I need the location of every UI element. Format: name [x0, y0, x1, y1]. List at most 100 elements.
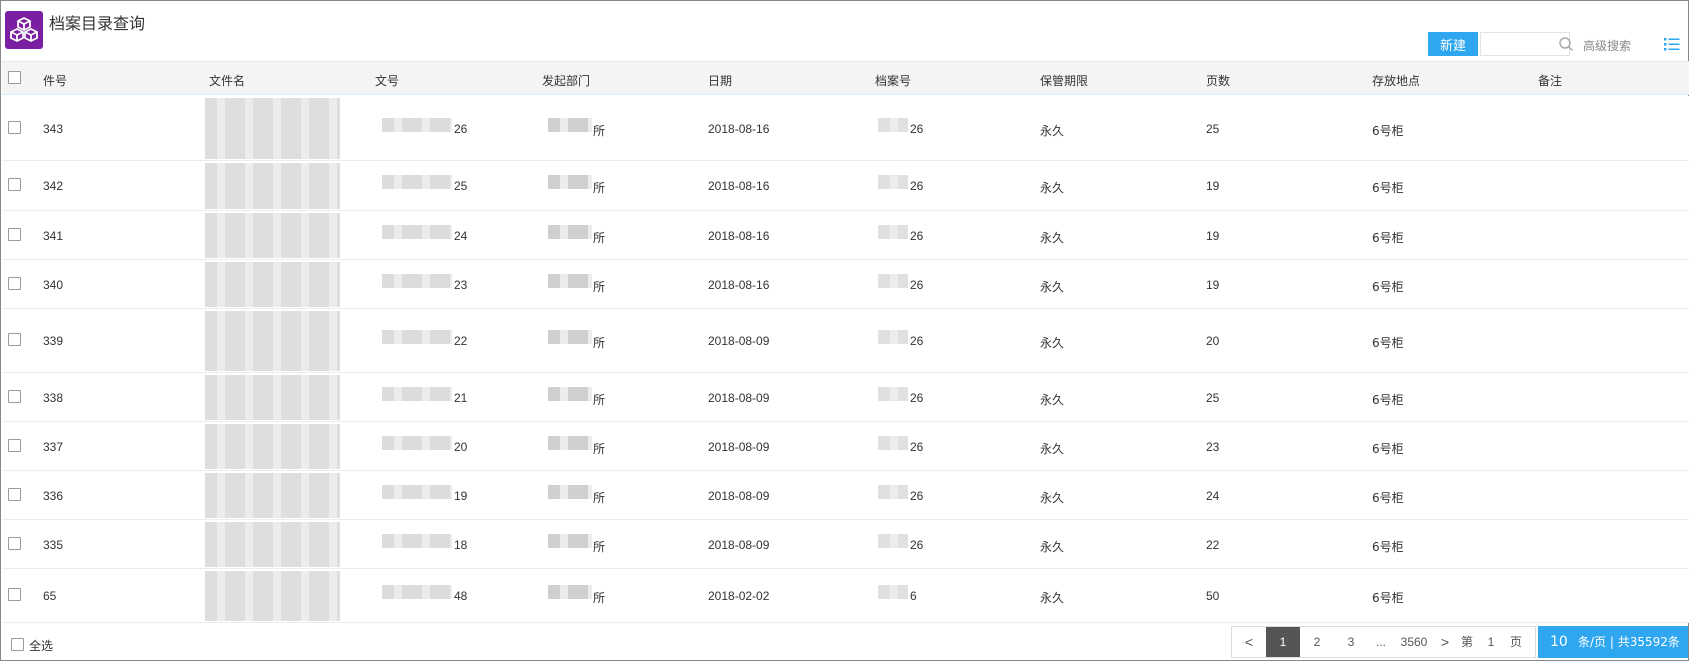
- cell-archive-suffix: 26: [910, 538, 924, 552]
- cell-archive-suffix: 26: [910, 489, 924, 503]
- redacted-department: [548, 387, 592, 401]
- redacted-archive-no: [878, 485, 908, 499]
- cell-location: 6号柜: [1372, 442, 1404, 456]
- table-row[interactable]: 337 20 所 2018-08-09 26 永久 23 6号柜: [2, 422, 1689, 471]
- cell-retention: 永久: [1040, 231, 1065, 245]
- redacted-filename: [205, 262, 340, 307]
- row-checkbox[interactable]: [8, 228, 21, 241]
- cell-date: 2018-08-09: [708, 440, 770, 454]
- cell-pages: 25: [1206, 122, 1220, 136]
- table-row[interactable]: 342 25 所 2018-08-16 26 永久 19 6号柜: [2, 161, 1689, 211]
- table-row[interactable]: 336 19 所 2018-08-09 26 永久 24 6号柜: [2, 471, 1689, 520]
- cell-wenhao-suffix: 18: [454, 538, 468, 552]
- page-title: 档案目录查询: [49, 14, 146, 33]
- row-checkbox[interactable]: [8, 439, 21, 452]
- select-all-label[interactable]: 全选: [29, 637, 53, 654]
- cell-date: 2018-08-16: [708, 229, 770, 243]
- prev-page-button[interactable]: <: [1232, 627, 1266, 657]
- row-checkbox[interactable]: [8, 488, 21, 501]
- redacted-archive-no: [878, 387, 908, 401]
- cell-department-suffix: 所: [593, 231, 606, 245]
- next-page-button[interactable]: >: [1434, 627, 1456, 657]
- redacted-department: [548, 485, 592, 499]
- cell-retention: 永久: [1040, 591, 1065, 605]
- cell-pages: 19: [1206, 179, 1220, 193]
- last-page-button[interactable]: 3560: [1394, 627, 1434, 657]
- table-row[interactable]: 338 21 所 2018-08-09 26 永久 25 6号柜: [2, 373, 1689, 422]
- column-header-retention[interactable]: 保管期限: [1040, 72, 1088, 89]
- cell-pages: 22: [1206, 538, 1220, 552]
- table-row[interactable]: 65 48 所 2018-02-02 6 永久 50 6号柜: [2, 569, 1689, 623]
- cell-location: 6号柜: [1372, 336, 1404, 350]
- pager-ellipsis: ...: [1375, 635, 1386, 649]
- cell-archive-suffix: 26: [910, 440, 924, 454]
- cell-wenhao-suffix: 21: [454, 391, 468, 405]
- redacted-filename: [205, 571, 340, 621]
- column-header-note[interactable]: 备注: [1538, 72, 1562, 89]
- row-checkbox[interactable]: [8, 390, 21, 403]
- redacted-department: [548, 175, 592, 189]
- cell-retention: 永久: [1040, 336, 1065, 350]
- page-3-button[interactable]: 3: [1334, 627, 1368, 657]
- new-button[interactable]: 新建: [1428, 32, 1478, 56]
- table-row[interactable]: 341 24 所 2018-08-16 26 永久 19 6号柜: [2, 211, 1689, 260]
- table-row[interactable]: 339 22 所 2018-08-09 26 永久 20 6号柜: [2, 309, 1689, 373]
- row-checkbox[interactable]: [8, 121, 21, 134]
- goto-page-input[interactable]: 1: [1478, 627, 1504, 657]
- cell-location: 6号柜: [1372, 124, 1404, 138]
- row-checkbox[interactable]: [8, 178, 21, 191]
- redacted-filename: [205, 311, 340, 371]
- column-header-department[interactable]: 发起部门: [542, 72, 590, 89]
- redacted-department: [548, 436, 592, 450]
- advanced-search-link[interactable]: 高级搜索: [1583, 37, 1631, 54]
- row-checkbox[interactable]: [8, 588, 21, 601]
- header-checkbox[interactable]: [8, 71, 21, 84]
- redacted-filename: [205, 213, 340, 258]
- cell-jianhao: 337: [43, 440, 64, 454]
- cell-retention: 永久: [1040, 540, 1065, 554]
- cell-pages: 19: [1206, 229, 1220, 243]
- cell-jianhao: 342: [43, 179, 64, 193]
- redacted-wenhao: [382, 175, 452, 189]
- table-row[interactable]: 335 18 所 2018-08-09 26 永久 22 6号柜: [2, 520, 1689, 569]
- table-row[interactable]: 340 23 所 2018-08-16 26 永久 19 6号柜: [2, 260, 1689, 309]
- cell-jianhao: 340: [43, 278, 64, 292]
- cell-wenhao-suffix: 48: [454, 589, 468, 603]
- page-2-button[interactable]: 2: [1300, 627, 1334, 657]
- cell-retention: 永久: [1040, 491, 1065, 505]
- cell-date: 2018-08-09: [708, 538, 770, 552]
- cell-department-suffix: 所: [593, 124, 606, 138]
- column-header-filename[interactable]: 文件名: [209, 72, 245, 89]
- page-size-selector[interactable]: 10 条/页 | 共35592条: [1538, 626, 1688, 658]
- search-icon[interactable]: [1558, 36, 1574, 52]
- redacted-wenhao: [382, 387, 452, 401]
- total-count-label: 条/页 | 共35592条: [1578, 635, 1680, 649]
- list-view-icon[interactable]: [1663, 35, 1681, 53]
- select-all-checkbox[interactable]: [11, 638, 24, 651]
- row-checkbox[interactable]: [8, 537, 21, 550]
- table-row[interactable]: 343 26 所 2018-08-16 26 永久 25 6号柜: [2, 96, 1689, 161]
- pagination: < 1 2 3 ... 3560 > 第 1 页: [1231, 626, 1536, 658]
- page-1-button[interactable]: 1: [1266, 627, 1300, 657]
- page-size-value[interactable]: 10: [1550, 626, 1568, 658]
- column-header-wenhao[interactable]: 文号: [375, 72, 399, 89]
- redacted-wenhao: [382, 330, 452, 344]
- column-header-archive-no[interactable]: 档案号: [875, 72, 911, 89]
- column-header-location[interactable]: 存放地点: [1372, 72, 1420, 89]
- redacted-wenhao: [382, 118, 452, 132]
- redacted-wenhao: [382, 225, 452, 239]
- cell-pages: 25: [1206, 391, 1220, 405]
- cell-jianhao: 343: [43, 122, 64, 136]
- toolbar: 新建 高级搜索: [1428, 32, 1688, 56]
- column-header-date[interactable]: 日期: [708, 72, 732, 89]
- cell-wenhao-suffix: 22: [454, 334, 468, 348]
- cell-retention: 永久: [1040, 393, 1065, 407]
- cell-location: 6号柜: [1372, 540, 1404, 554]
- row-checkbox[interactable]: [8, 277, 21, 290]
- row-checkbox[interactable]: [8, 333, 21, 346]
- column-header-jianhao[interactable]: 件号: [43, 72, 67, 89]
- search-input[interactable]: [1480, 32, 1570, 56]
- cell-department-suffix: 所: [593, 540, 606, 554]
- cell-location: 6号柜: [1372, 280, 1404, 294]
- column-header-pages[interactable]: 页数: [1206, 72, 1230, 89]
